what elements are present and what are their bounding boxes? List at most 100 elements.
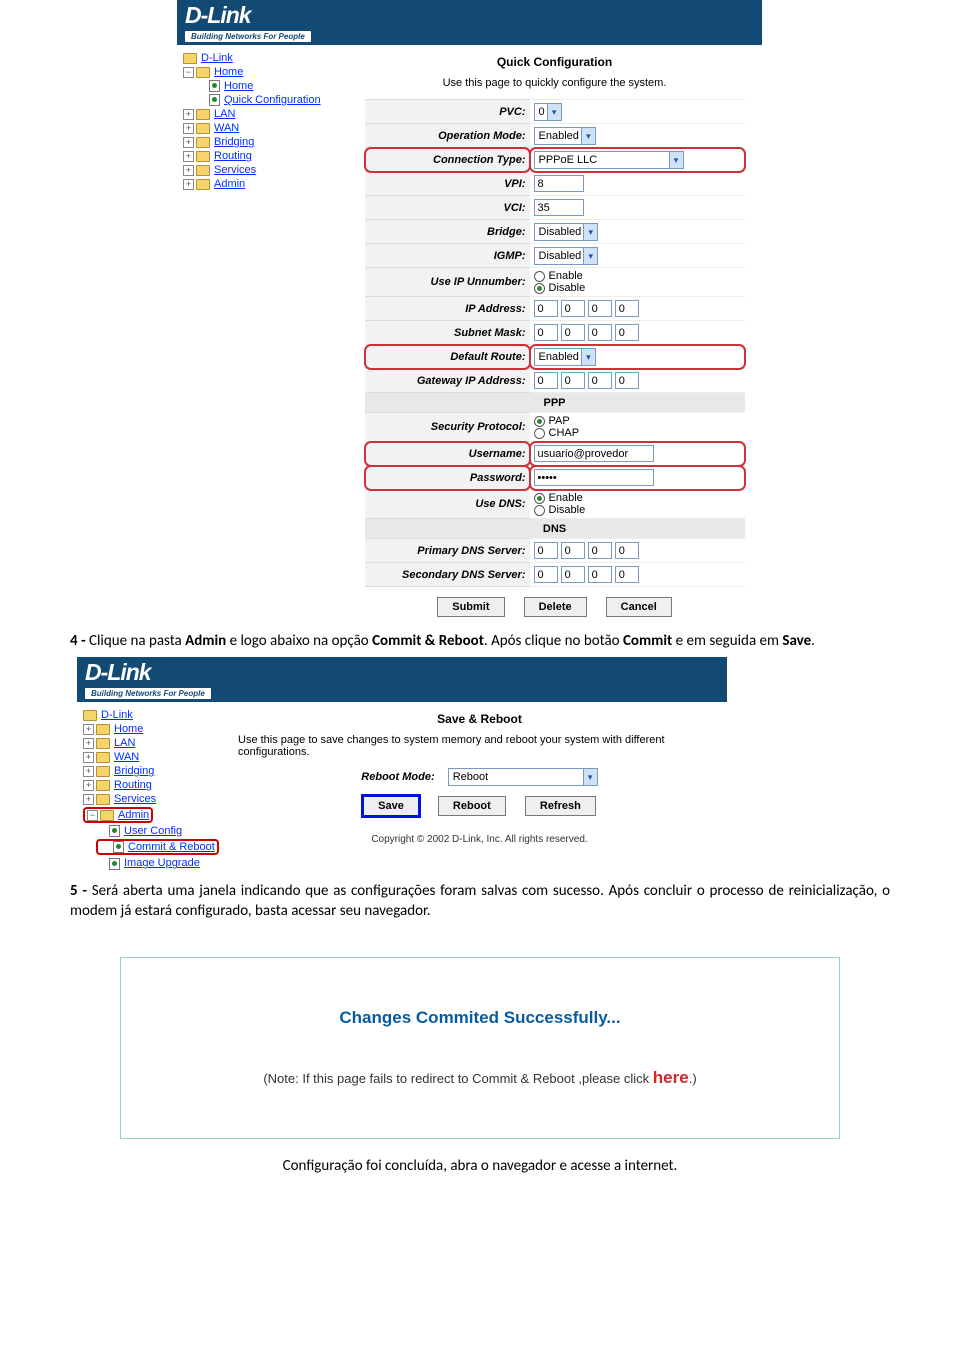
doc-step-5: 5 - Será aberta uma janela indicando que… (0, 875, 960, 928)
input-mask-3[interactable] (615, 324, 639, 341)
nav-image-upgrade[interactable]: Image Upgrade (124, 857, 200, 869)
submit-button[interactable]: Submit (437, 597, 504, 617)
expander-icon[interactable]: + (83, 752, 94, 763)
input-vpi[interactable] (534, 175, 584, 192)
button-row: Save Reboot Refresh (238, 796, 721, 816)
nav-wan[interactable]: WAN (114, 751, 139, 763)
chevron-down-icon: ▾ (581, 349, 595, 365)
select-opmode[interactable]: Enabled▾ (534, 127, 596, 145)
nav-admin[interactable]: Admin (214, 178, 245, 190)
expander-icon[interactable]: + (183, 179, 194, 190)
input-vci[interactable] (534, 199, 584, 216)
label-opmode: Operation Mode: (365, 124, 530, 148)
expander-icon[interactable]: + (83, 738, 94, 749)
nav-user-config[interactable]: User Config (124, 825, 182, 837)
input-gw-3[interactable] (615, 372, 639, 389)
input-ip-1[interactable] (561, 300, 585, 317)
select-conntype[interactable]: PPPoE LLC▾ (534, 151, 684, 169)
label-conntype: Connection Type: (365, 148, 530, 172)
input-sdns-2[interactable] (588, 566, 612, 583)
nav-home[interactable]: Home (114, 723, 143, 735)
radio-ipun-enable[interactable] (534, 271, 545, 282)
input-mask-1[interactable] (561, 324, 585, 341)
select-bridge[interactable]: Disabled▾ (534, 223, 599, 241)
select-pvc[interactable]: 0▾ (534, 103, 562, 121)
radio-dns-disable[interactable] (534, 505, 545, 516)
brand-tagline: Building Networks For People (185, 31, 311, 42)
radio-ipun-disable[interactable] (534, 283, 545, 294)
nav-lan[interactable]: LAN (114, 737, 135, 749)
delete-button[interactable]: Delete (524, 597, 587, 617)
nav-bridging[interactable]: Bridging (214, 136, 254, 148)
nav-bridging[interactable]: Bridging (114, 765, 154, 777)
input-pdns-0[interactable] (534, 542, 558, 559)
reboot-button[interactable]: Reboot (438, 796, 506, 816)
nav-routing[interactable]: Routing (214, 150, 252, 162)
cancel-button[interactable]: Cancel (606, 597, 672, 617)
commit-success-box: Changes Commited Successfully... (Note: … (120, 957, 840, 1139)
input-pdns-1[interactable] (561, 542, 585, 559)
copyright-text: Copyright © 2002 D-Link, Inc. All rights… (238, 834, 721, 845)
expander-icon[interactable]: + (83, 794, 94, 805)
input-sdns-0[interactable] (534, 566, 558, 583)
folder-icon (196, 137, 210, 148)
expander-icon[interactable]: + (183, 165, 194, 176)
radio-dns-enable[interactable] (534, 493, 545, 504)
input-gw-2[interactable] (588, 372, 612, 389)
input-sdns-1[interactable] (561, 566, 585, 583)
expander-icon[interactable]: − (87, 810, 98, 821)
doc-step-4: 4 - Clique na pasta Admin e logo abaixo … (0, 625, 960, 657)
nav-services[interactable]: Services (214, 164, 256, 176)
nav-lan[interactable]: LAN (214, 108, 235, 120)
input-mask-0[interactable] (534, 324, 558, 341)
label-vci: VCI: (365, 196, 530, 220)
expander-icon[interactable]: + (183, 151, 194, 162)
radio-chap[interactable] (534, 428, 545, 439)
input-gw-1[interactable] (561, 372, 585, 389)
save-button[interactable]: Save (363, 796, 419, 816)
expander-icon[interactable]: + (183, 123, 194, 134)
input-username[interactable] (534, 445, 654, 462)
quickconfig-content: Quick Configuration Use this page to qui… (347, 45, 762, 625)
label-pvc: PVC: (365, 100, 530, 124)
label-reboot-mode: Reboot Mode: (361, 771, 434, 783)
input-password[interactable] (534, 469, 654, 486)
expander-icon[interactable]: + (183, 109, 194, 120)
nav-services[interactable]: Services (114, 793, 156, 805)
refresh-button[interactable]: Refresh (525, 796, 596, 816)
input-sdns-3[interactable] (615, 566, 639, 583)
label-ip: IP Address: (365, 297, 530, 321)
radio-pap[interactable] (534, 416, 545, 427)
select-igmp[interactable]: Disabled▾ (534, 247, 599, 265)
label-use-dns: Use DNS: (365, 490, 530, 519)
nav-home-folder[interactable]: Home (214, 66, 243, 78)
nav-root[interactable]: D-Link (201, 52, 233, 64)
button-row: Submit Delete Cancel (353, 597, 756, 617)
expander-icon[interactable]: + (183, 137, 194, 148)
input-ip-0[interactable] (534, 300, 558, 317)
input-gw-0[interactable] (534, 372, 558, 389)
nav-commit-reboot[interactable]: Commit & Reboot (128, 841, 215, 853)
input-pdns-2[interactable] (588, 542, 612, 559)
nav-routing[interactable]: Routing (114, 779, 152, 791)
expander-icon[interactable]: + (83, 780, 94, 791)
page-icon (109, 858, 120, 870)
expander-icon[interactable]: + (83, 766, 94, 777)
label-igmp: IGMP: (365, 244, 530, 268)
input-ip-3[interactable] (615, 300, 639, 317)
nav-root[interactable]: D-Link (101, 709, 133, 721)
select-reboot-mode[interactable]: Reboot▾ (448, 768, 598, 786)
here-link[interactable]: here (653, 1068, 689, 1087)
expander-icon[interactable]: − (183, 67, 194, 78)
nav-home[interactable]: Home (224, 80, 253, 92)
input-mask-2[interactable] (588, 324, 612, 341)
label-mask: Subnet Mask: (365, 321, 530, 345)
label-gw: Gateway IP Address: (365, 369, 530, 393)
nav-wan[interactable]: WAN (214, 122, 239, 134)
nav-quickconfig[interactable]: Quick Configuration (224, 94, 321, 106)
input-ip-2[interactable] (588, 300, 612, 317)
input-pdns-3[interactable] (615, 542, 639, 559)
expander-icon[interactable]: + (83, 724, 94, 735)
select-default-route[interactable]: Enabled▾ (534, 348, 596, 366)
nav-admin[interactable]: Admin (118, 809, 149, 821)
